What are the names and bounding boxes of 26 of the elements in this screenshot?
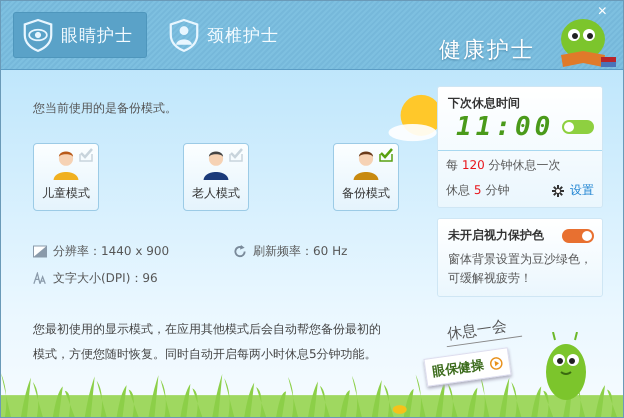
settings-icon [552,184,564,196]
monitor-icon [33,245,47,258]
window-title: 健康护士 [439,37,535,65]
panel-title: 未开启视力保护色 [448,227,544,244]
duration-text: 休息 5 分钟 [446,182,510,199]
countdown-time: 11:00 [455,112,554,142]
toggle-switch[interactable] [562,120,594,134]
current-mode-text: 您当前使用的是备份模式。 [33,100,178,117]
mode-card[interactable]: 老人模式 [183,143,249,211]
display-info-text: 文字大小(DPI)：96 [53,270,158,287]
font-size-icon [33,272,47,285]
mode-card[interactable]: 备份模式 [333,143,399,211]
description-text: 您最初使用的显示模式，在应用其他模式后会自动帮您备份最初的模式，方便您随时恢复。同时自动开启每两小时休息5分钟功能。 [33,321,382,363]
display-info-text: 刷新频率：60 Hz [253,243,348,260]
eye-exercise-button[interactable]: 眼保健操 [423,347,512,387]
mode-card[interactable]: 儿童模式 [33,143,99,211]
panel-title: 下次休息时间 [448,95,521,112]
play-icon [488,356,504,370]
toggle-switch[interactable] [562,228,594,242]
shield-eye-icon [23,18,53,52]
display-info-text: 分辨率：1440 x 900 [53,243,170,260]
shield-person-icon [169,18,199,52]
interval-text: 每 120 分钟休息一次 [446,157,562,174]
refresh-icon [233,245,247,258]
panel-text: 窗体背景设置为豆沙绿色，可缓解视疲劳！ [448,251,593,287]
settings-link[interactable]: 设置 [570,182,594,199]
